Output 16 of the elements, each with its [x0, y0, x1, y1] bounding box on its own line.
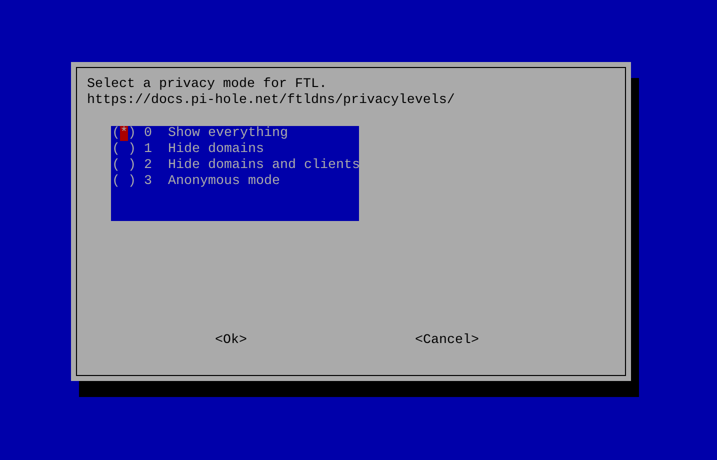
- radio-button[interactable]: ( ): [112, 174, 136, 190]
- option-label[interactable]: Hide domains and clients: [168, 158, 360, 174]
- message-text: Select a privacy mode for FTL.: [87, 77, 327, 93]
- cancel-button[interactable]: <Cancel>: [415, 333, 479, 349]
- radio-button[interactable]: ( ): [112, 158, 136, 174]
- option-label[interactable]: Anonymous mode: [168, 174, 280, 190]
- message-text: https://docs.pi-hole.net/ftldns/privacylevels/: [87, 93, 455, 109]
- option-number: 0: [144, 126, 152, 142]
- option-number: 1: [144, 142, 152, 158]
- option-label[interactable]: Hide domains: [168, 142, 264, 158]
- option-number: 3: [144, 174, 152, 190]
- option-number: 2: [144, 158, 152, 174]
- option-label[interactable]: Show everything: [168, 126, 288, 142]
- radio-button[interactable]: (*): [112, 126, 136, 142]
- radio-button[interactable]: ( ): [112, 142, 136, 158]
- ok-button[interactable]: <Ok>: [215, 333, 247, 349]
